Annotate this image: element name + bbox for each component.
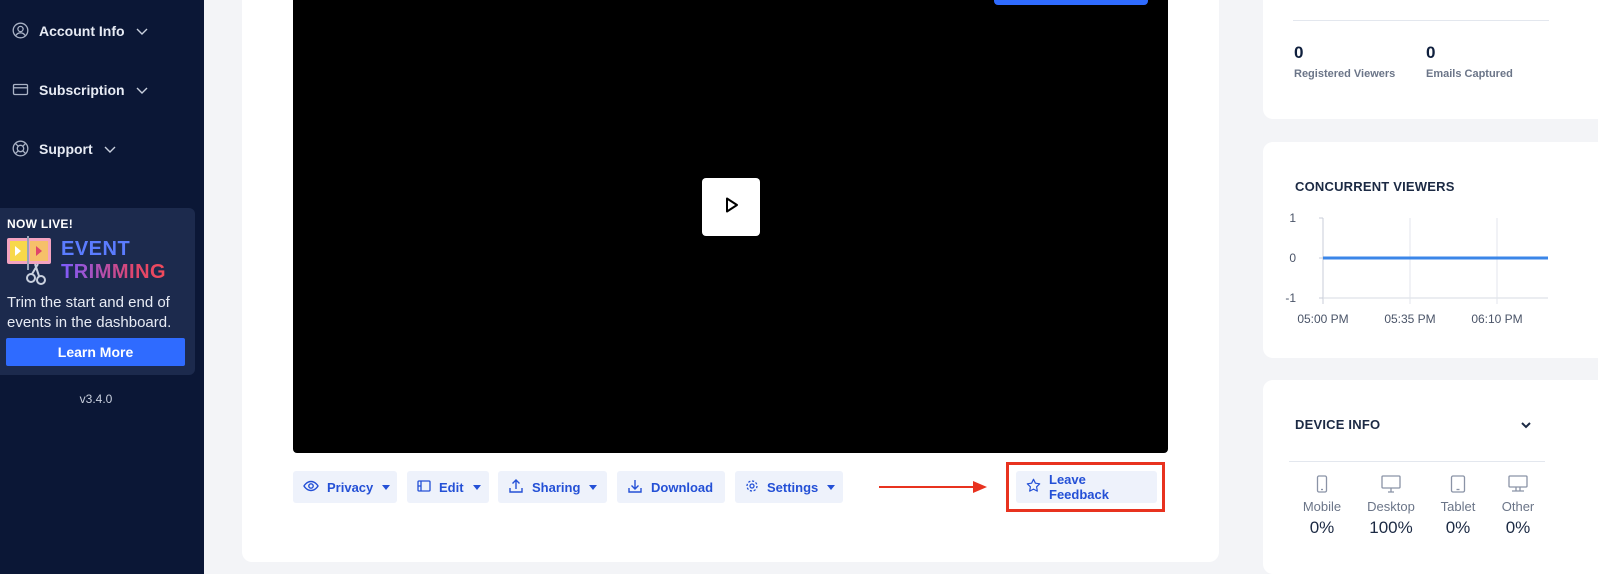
- x-tick-label: 05:00 PM: [1297, 312, 1348, 326]
- device-label: Mobile: [1302, 499, 1342, 514]
- sidebar-item-label: Subscription: [39, 81, 125, 98]
- eye-icon: [303, 478, 319, 497]
- device-desktop: Desktop 100%: [1361, 475, 1421, 538]
- settings-label: Settings: [767, 479, 819, 495]
- learn-more-button[interactable]: Learn More: [6, 338, 185, 366]
- play-button[interactable]: [702, 178, 760, 236]
- film-icon: [417, 479, 431, 496]
- caret-down-icon: [472, 484, 481, 490]
- chevron-down-icon: [135, 24, 149, 38]
- annotation-arrow: [879, 478, 991, 496]
- caret-down-icon: [382, 484, 391, 490]
- now-live-badge: NOW LIVE!: [7, 217, 74, 231]
- concurrent-viewers-panel: CONCURRENT VIEWERS 1 0 -1 05:00 PM 05:35 PM 0…: [1263, 142, 1598, 358]
- video-top-button[interactable]: [994, 0, 1148, 5]
- viewer-stats-panel: 0 Registered Viewers 0 Emails Captured: [1263, 0, 1598, 119]
- device-value: 100%: [1369, 518, 1413, 537]
- device-info-panel: DEVICE INFO Mobile 0% Desktop 100% Table…: [1263, 380, 1598, 574]
- device-mobile: Mobile 0%: [1292, 475, 1352, 538]
- promo-title-line2: TRIMMING: [61, 261, 167, 283]
- upload-icon: [508, 478, 524, 497]
- registered-viewers-label: Registered Viewers: [1294, 68, 1396, 80]
- sidebar-item-subscription[interactable]: Subscription: [12, 81, 149, 98]
- download-button[interactable]: Download: [617, 471, 725, 503]
- sidebar: Account Info Subscription Support NOW LI…: [0, 0, 204, 574]
- x-tick-label: 06:10 PM: [1471, 312, 1522, 326]
- download-label: Download: [651, 479, 714, 495]
- registered-viewers-value: 0: [1294, 43, 1304, 62]
- device-value: 0%: [1505, 518, 1531, 537]
- sharing-label: Sharing: [532, 479, 581, 495]
- promo-title-line1: EVENT: [61, 238, 131, 260]
- concurrent-viewers-chart: 1 0 -105:00 PM 05:35 PM 06:10 PM: [1285, 211, 1548, 326]
- sidebar-item-support[interactable]: Support: [12, 140, 117, 157]
- credit-card-icon: [12, 81, 29, 98]
- mobile-icon: [1292, 475, 1352, 495]
- chevron-down-icon: [135, 83, 149, 97]
- device-other: Other 0%: [1488, 475, 1548, 538]
- event-trimming-promo: NOW LIVE! EVENT TRIMMING Trim the start …: [0, 208, 195, 375]
- y-tick-label: -1: [1285, 291, 1296, 305]
- device-value: 0%: [1309, 518, 1335, 537]
- app-version: v3.4.0: [79, 392, 113, 406]
- star-icon: [1026, 478, 1041, 496]
- sidebar-item-label: Support: [39, 140, 93, 157]
- trimming-illustration-icon: [7, 236, 53, 288]
- sidebar-item-account-info[interactable]: Account Info: [12, 22, 149, 39]
- emails-captured-value: 0: [1426, 43, 1436, 62]
- sharing-dropdown-button[interactable]: Sharing: [498, 471, 607, 503]
- divider: [1293, 20, 1549, 21]
- sidebar-item-label: Account Info: [39, 22, 125, 39]
- device-tablet: Tablet 0%: [1428, 475, 1488, 538]
- x-tick-label: 05:35 PM: [1384, 312, 1435, 326]
- video-player[interactable]: [293, 0, 1168, 453]
- privacy-label: Privacy: [327, 479, 374, 495]
- user-circle-icon: [12, 22, 29, 39]
- device-value: 0%: [1445, 518, 1471, 537]
- leave-feedback-button[interactable]: Leave Feedback: [1016, 471, 1157, 503]
- y-tick-label: 1: [1289, 211, 1296, 225]
- y-tick-label: 0: [1289, 251, 1296, 265]
- device-label: Other: [1501, 499, 1535, 514]
- promo-description: Trim the start and end of events in the …: [7, 294, 172, 331]
- edit-label: Edit: [439, 479, 464, 495]
- edit-dropdown-button[interactable]: Edit: [407, 471, 489, 503]
- chevron-down-icon[interactable]: [1519, 418, 1533, 432]
- privacy-dropdown-button[interactable]: Privacy: [293, 471, 397, 503]
- chevron-down-icon: [103, 142, 117, 156]
- caret-down-icon: [827, 484, 836, 490]
- divider: [1289, 461, 1545, 462]
- caret-down-icon: [589, 484, 598, 490]
- download-icon: [627, 478, 643, 497]
- play-icon: [721, 195, 741, 220]
- gear-icon: [745, 479, 759, 496]
- emails-captured-label: Emails Captured: [1426, 68, 1513, 80]
- settings-dropdown-button[interactable]: Settings: [735, 471, 843, 503]
- device-label: Tablet: [1440, 499, 1476, 514]
- device-label: Desktop: [1367, 499, 1415, 514]
- monitor-icon: [1488, 475, 1548, 495]
- device-info-title: DEVICE INFO: [1295, 417, 1381, 432]
- desktop-icon: [1361, 475, 1421, 495]
- lifebuoy-icon: [12, 140, 29, 157]
- tablet-icon: [1428, 475, 1488, 495]
- feedback-label: Leave Feedback: [1049, 472, 1109, 502]
